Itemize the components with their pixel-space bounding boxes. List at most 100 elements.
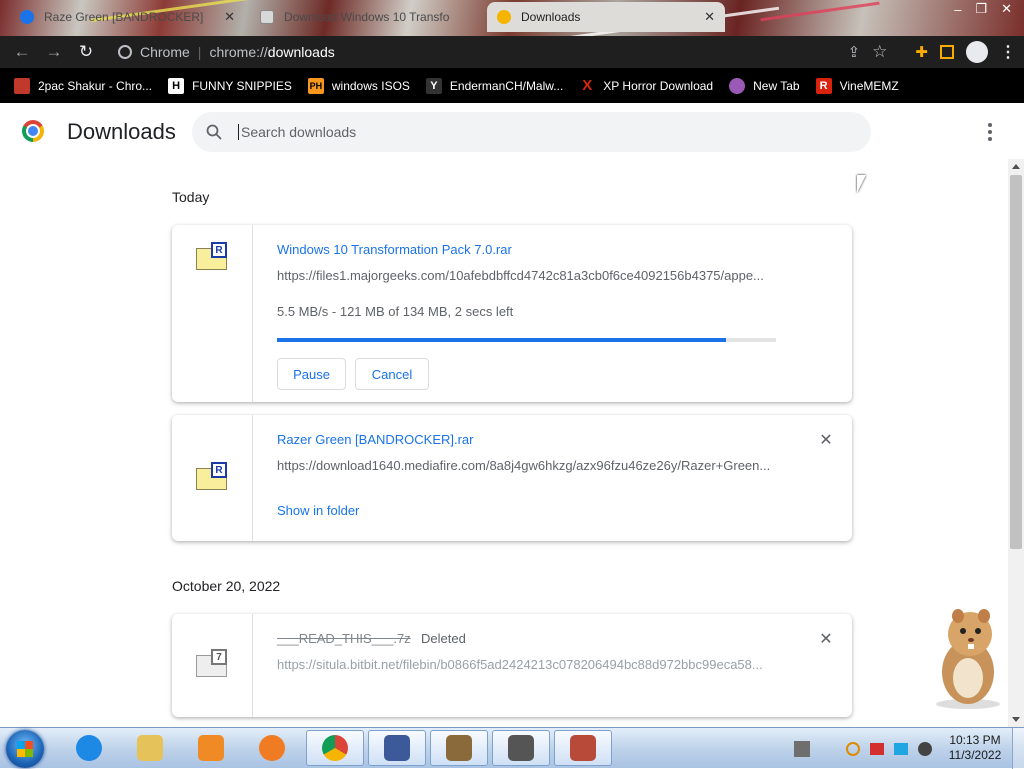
hamster-mascot-icon [936, 609, 1000, 709]
r-icon: R [815, 77, 832, 94]
chrome-logo-icon [22, 120, 44, 142]
downloads-list: Today R Windows 10 Transformation Pack 7… [0, 159, 1008, 727]
bookmark-windows-isos[interactable]: PH windows ISOS [307, 77, 410, 94]
taskbar-game-app[interactable] [554, 730, 612, 766]
tab-razer-green[interactable]: Raze Green [BANDROCKER] ✕ [10, 2, 245, 32]
extensions-icon[interactable]: ✚ [915, 43, 928, 61]
bookmark-new-tab[interactable]: New Tab [729, 77, 800, 94]
remove-download-button[interactable]: ✕ [816, 430, 836, 450]
file-name-link[interactable]: Windows 10 Transformation Pack 7.0.rar [277, 242, 512, 257]
taskbar-media-player[interactable] [182, 730, 240, 766]
lock-icon [14, 77, 30, 94]
uc-browser-icon [259, 735, 285, 761]
show-desktop-button[interactable] [1012, 728, 1024, 769]
rar-file-icon: R [196, 242, 229, 270]
clock[interactable]: 10:13 PM 11/3/2022 [944, 733, 1006, 763]
volume-icon[interactable] [918, 741, 932, 756]
taskbar-document-window[interactable] [368, 730, 426, 766]
file-url[interactable]: https://situla.bitbit.net/filebin/b0866f… [277, 657, 777, 672]
deleted-label: Deleted [421, 631, 466, 646]
yp-icon: Y [425, 77, 442, 94]
site-chip: Chrome [140, 44, 190, 60]
page-scrollbar[interactable] [1008, 159, 1024, 727]
toolbar-icons: ⇪ ☆ ✚ ⋮ [848, 36, 1016, 68]
page-favicon-icon [260, 10, 274, 24]
progress-bar [277, 338, 776, 342]
chrome-menu-icon[interactable]: ⋮ [1000, 42, 1016, 62]
search-placeholder: Search downloads [241, 124, 357, 140]
taskbar-bonzi-box[interactable] [430, 730, 488, 766]
tab-strip: Raze Green [BANDROCKER] ✕ Download Windo… [0, 0, 1024, 36]
reload-button[interactable]: ↻ [70, 36, 102, 68]
more-actions-icon[interactable] [982, 121, 998, 143]
folder-icon [137, 735, 163, 761]
internet-explorer-icon [76, 735, 102, 761]
downloads-header: Downloads Search downloads [0, 103, 1008, 159]
tab-downloads[interactable]: Downloads ✕ [487, 2, 725, 32]
bookmark-xp-horror[interactable]: X XP Horror Download [579, 77, 713, 94]
clock-time: 10:13 PM [949, 733, 1001, 747]
address-bar[interactable]: Chrome | chrome://downloads [108, 40, 888, 64]
taskbar-bandicam[interactable] [492, 730, 550, 766]
media-player-icon [198, 735, 224, 761]
start-button[interactable] [6, 730, 44, 768]
network-icon[interactable] [894, 742, 908, 755]
bookmark-vinememz[interactable]: R VineMEMZ [815, 77, 899, 94]
close-tab-icon[interactable]: ✕ [224, 9, 235, 25]
download-card: 7 ___READ_THIS___.7z Deleted https://sit… [172, 614, 852, 717]
url-host: downloads [267, 44, 335, 60]
page-title: Downloads [67, 119, 176, 144]
tray-app-icon[interactable] [794, 740, 810, 757]
game-icon [570, 735, 596, 761]
back-button[interactable]: ← [6, 36, 38, 68]
globe-icon [729, 77, 746, 94]
file-url[interactable]: https://download1640.mediafire.com/8a8j4… [277, 458, 777, 473]
close-window-button[interactable]: ✕ [1001, 1, 1012, 17]
bookmark-star-icon[interactable]: ☆ [872, 42, 887, 62]
download-card: R Razer Green [BANDROCKER].rar https://d… [172, 415, 852, 541]
file-name-link[interactable]: Razer Green [BANDROCKER].rar [277, 432, 474, 447]
file-url[interactable]: https://files1.majorgeeks.com/10afebdbff… [277, 268, 777, 283]
taskbar-uc-browser[interactable] [243, 730, 301, 766]
box-icon [446, 735, 472, 761]
minimize-button[interactable]: – [954, 2, 961, 17]
7z-file-icon: 7 [196, 649, 229, 677]
chrome-favicon-icon [497, 10, 511, 24]
clock-date: 11/3/2022 [948, 748, 1002, 762]
deleted-file-name: ___READ_THIS___.7z [277, 631, 411, 646]
url-scheme: chrome:// [209, 44, 268, 60]
tray-search-icon[interactable] [846, 741, 860, 756]
x-icon: X [582, 77, 593, 94]
bookmark-2pac[interactable]: 2pac Shakur - Chro... [14, 77, 152, 94]
browser-toolbar: ← → ↻ Chrome | chrome://downloads ⇪ ☆ ✚ … [0, 36, 1024, 68]
tab-download-windows[interactable]: Download Windows 10 Transfo [250, 2, 482, 32]
ph-icon: PH [307, 77, 324, 94]
windows-taskbar: 10:13 PM 11/3/2022 [0, 727, 1024, 769]
rar-file-icon: R [196, 462, 229, 490]
close-tab-icon[interactable]: ✕ [704, 9, 715, 25]
profile-avatar-icon[interactable] [966, 41, 988, 63]
bookmark-funny-snippies[interactable]: H FUNNY SNIPPIES [168, 77, 292, 94]
bookmark-endermanch[interactable]: Y EndermanCH/Malw... [425, 77, 563, 94]
forward-button[interactable]: → [38, 36, 70, 68]
taskbar-file-explorer[interactable] [121, 730, 179, 766]
mouse-cursor-icon [857, 175, 866, 193]
taskbar-chrome[interactable] [306, 730, 364, 766]
h-icon: H [168, 77, 185, 94]
bandicam-icon [508, 735, 534, 761]
scrollbar-thumb[interactable] [1010, 175, 1022, 549]
maximize-button[interactable]: ❐ [975, 1, 987, 17]
remove-download-button[interactable]: ✕ [816, 629, 836, 649]
download-favicon-icon [20, 10, 34, 24]
cancel-button[interactable]: Cancel [355, 358, 429, 390]
search-input[interactable]: Search downloads [192, 112, 871, 152]
flag-icon[interactable] [870, 742, 884, 755]
bookmarks-bar: 2pac Shakur - Chro... H FUNNY SNIPPIES PH… [0, 68, 1024, 103]
show-in-folder-link[interactable]: Show in folder [277, 503, 359, 518]
taskbar-internet-explorer[interactable] [60, 730, 118, 766]
download-status: 5.5 MB/s - 121 MB of 134 MB, 2 secs left [277, 304, 514, 319]
download-card: R Windows 10 Transformation Pack 7.0.rar… [172, 225, 852, 402]
side-panel-icon[interactable] [940, 45, 954, 59]
pause-button[interactable]: Pause [277, 358, 346, 390]
share-icon[interactable]: ⇪ [848, 43, 861, 61]
